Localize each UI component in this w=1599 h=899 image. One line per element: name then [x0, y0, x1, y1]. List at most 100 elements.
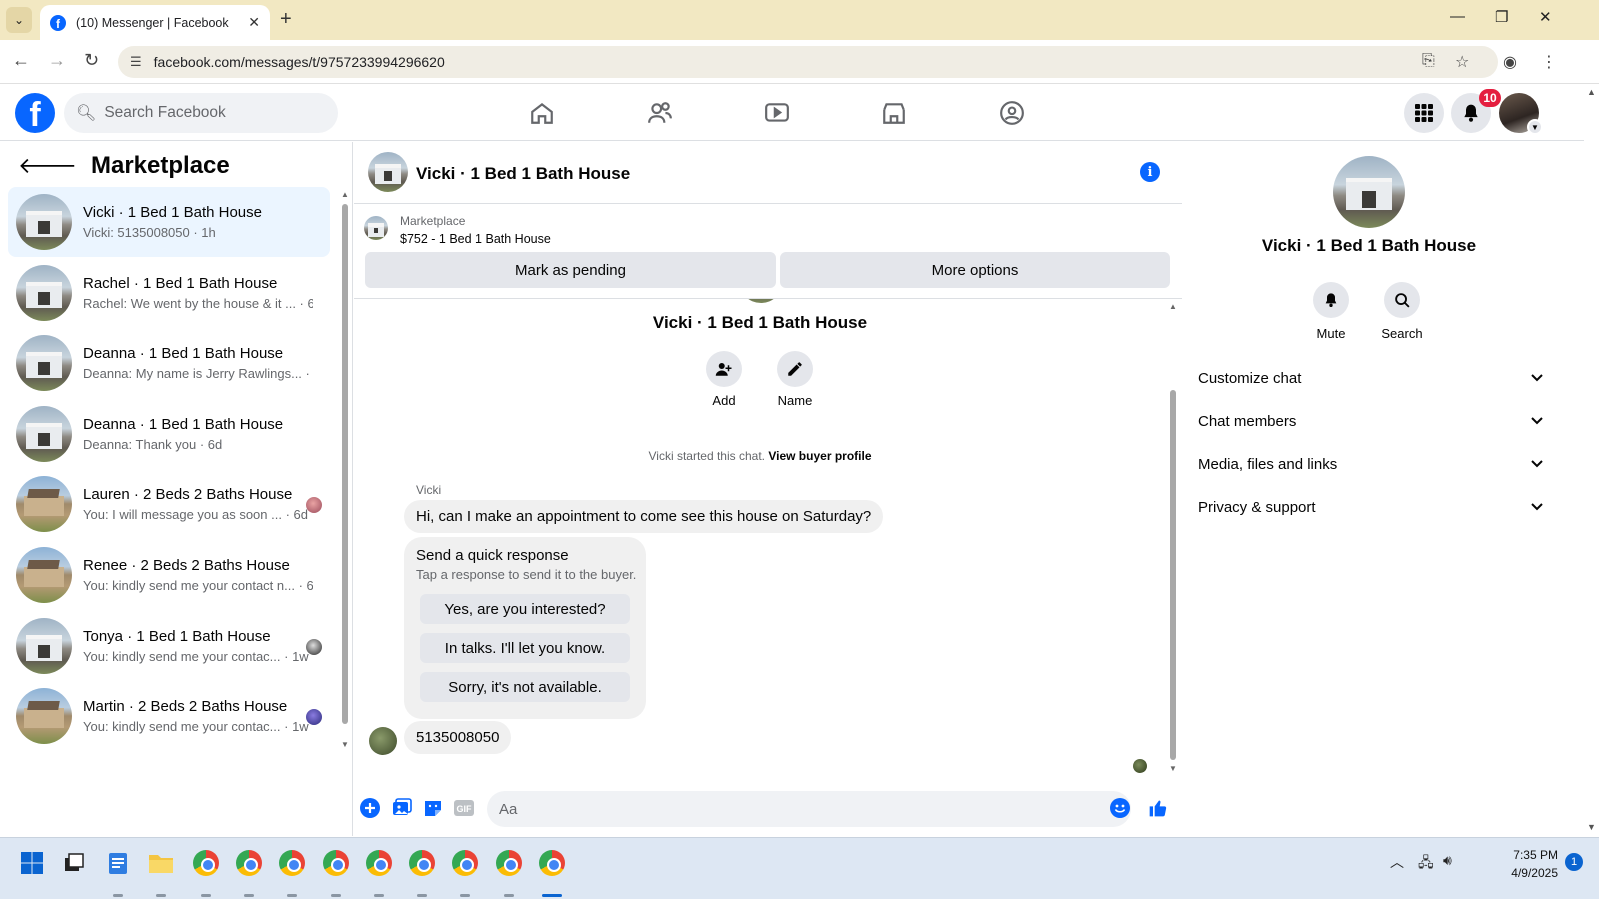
site-info-icon[interactable]: ☰	[130, 54, 142, 70]
sidebar-scrollbar[interactable]: ▲ ▼	[341, 190, 349, 749]
volume-icon[interactable]: 🔊︎	[1443, 852, 1452, 869]
marketplace-icon[interactable]	[879, 98, 909, 128]
install-app-icon[interactable]: ⎘	[1422, 52, 1435, 70]
scroll-down-icon[interactable]: ▼	[341, 740, 349, 749]
profile-icon[interactable]: ◉	[1503, 52, 1517, 72]
task-view-icon[interactable]	[59, 848, 89, 878]
listing-title[interactable]: $752 - 1 Bed 1 Bath House	[400, 232, 551, 246]
listing-thumbnail[interactable]	[364, 216, 388, 240]
conversation-item[interactable]: Renee · 2 Beds 2 Baths House You: kindly…	[8, 540, 330, 610]
chat-thumbnail[interactable]	[368, 152, 408, 192]
conversation-item[interactable]: Deanna · 1 Bed 1 Bath House Deanna: Than…	[8, 399, 330, 469]
chrome-icon[interactable]	[191, 848, 221, 878]
chrome-icon[interactable]	[234, 848, 264, 878]
minimize-icon[interactable]: —	[1450, 8, 1465, 25]
conversation-item[interactable]: Vicki · 1 Bed 1 Bath House Vicki: 513500…	[8, 187, 330, 257]
conversation-preview: Vicki: 5135008050 · 1h	[83, 225, 216, 240]
url-text[interactable]: facebook.com/messages/t/9757233994296620	[154, 54, 445, 70]
bookmark-star-icon[interactable]: ☆	[1455, 52, 1469, 72]
chrome-icon[interactable]	[407, 848, 437, 878]
system-clock[interactable]: 7:35 PM 4/9/2025	[1500, 846, 1558, 882]
listing-thumbnail	[16, 194, 72, 250]
notepad-icon[interactable]	[103, 848, 133, 878]
thumbs-up-icon[interactable]	[1148, 798, 1168, 818]
browser-tab[interactable]: f (10) Messenger | Facebook ✕	[40, 5, 270, 40]
quick-response-option[interactable]: Sorry, it's not available.	[420, 672, 630, 702]
clock-date: 4/9/2025	[1511, 866, 1558, 880]
scroll-up-icon[interactable]: ▲	[1169, 302, 1177, 311]
more-options-button[interactable]: More options	[780, 252, 1170, 288]
chat-scrollbar[interactable]: ▲ ▼	[1168, 302, 1178, 774]
add-action[interactable]: Add	[694, 351, 754, 408]
facebook-search[interactable]: 🔍︎	[64, 93, 338, 133]
section-label: Chat members	[1198, 412, 1297, 430]
scroll-down-icon[interactable]: ▼	[1587, 822, 1596, 832]
mark-as-pending-button[interactable]: Mark as pending	[365, 252, 776, 288]
tab-close-icon[interactable]: ✕	[248, 14, 260, 31]
notification-center-badge[interactable]: 1	[1565, 853, 1583, 871]
notification-badge: 10	[1479, 89, 1501, 107]
contact-avatar-large[interactable]	[1333, 156, 1405, 228]
reload-icon[interactable]: ↻	[84, 50, 99, 71]
privacy-support-section[interactable]: Privacy & support	[1198, 489, 1543, 525]
emoji-icon[interactable]	[1110, 798, 1130, 818]
back-arrow-icon[interactable]: 🡐	[18, 153, 77, 179]
video-icon[interactable]	[762, 98, 792, 128]
chrome-icon[interactable]	[537, 848, 567, 878]
listing-thumbnail	[16, 265, 72, 321]
network-icon[interactable]: 🖧	[1418, 852, 1434, 876]
forward-icon[interactable]: →	[48, 50, 66, 71]
scroll-up-icon[interactable]: ▲	[341, 190, 349, 199]
gif-icon[interactable]: GIF	[454, 798, 474, 818]
scroll-up-icon[interactable]: ▲	[1587, 87, 1596, 97]
windows-start-icon[interactable]	[17, 848, 47, 878]
file-explorer-icon[interactable]	[146, 848, 176, 878]
quick-response-option[interactable]: In talks. I'll let you know.	[420, 633, 630, 663]
home-icon[interactable]	[527, 98, 557, 128]
name-action[interactable]: Name	[765, 351, 825, 408]
scrollbar-thumb[interactable]	[1170, 390, 1176, 760]
search-action[interactable]: Search	[1372, 282, 1432, 341]
window-close-icon[interactable]: ✕	[1539, 8, 1552, 26]
conversation-item[interactable]: Martin · 2 Beds 2 Baths House You: kindl…	[8, 681, 330, 751]
photo-icon[interactable]	[392, 798, 412, 818]
message-input-wrapper[interactable]	[487, 791, 1131, 827]
search-input[interactable]	[104, 104, 325, 122]
customize-chat-section[interactable]: Customize chat	[1198, 360, 1543, 396]
view-buyer-profile-link[interactable]: View buyer profile	[768, 449, 871, 463]
menu-grid-icon[interactable]	[1404, 93, 1444, 133]
info-icon[interactable]: i	[1140, 162, 1160, 182]
media-files-links-section[interactable]: Media, files and links	[1198, 446, 1543, 482]
message-input[interactable]	[499, 800, 1079, 818]
chrome-icon[interactable]	[450, 848, 480, 878]
chrome-icon[interactable]	[494, 848, 524, 878]
back-icon[interactable]: ←	[12, 50, 30, 71]
chrome-icon[interactable]	[277, 848, 307, 878]
facebook-logo-icon[interactable]: f	[15, 93, 55, 133]
quick-response-option[interactable]: Yes, are you interested?	[420, 594, 630, 624]
conversation-item[interactable]: Tonya · 1 Bed 1 Bath House You: kindly s…	[8, 611, 330, 681]
conversation-preview: Deanna: My name is Jerry Rawlings... · 6…	[83, 366, 313, 381]
restore-icon[interactable]: ❐	[1495, 8, 1508, 26]
mute-action[interactable]: Mute	[1301, 282, 1361, 341]
chrome-icon[interactable]	[364, 848, 394, 878]
conversation-item[interactable]: Lauren · 2 Beds 2 Baths House You: I wil…	[8, 469, 330, 539]
groups-icon[interactable]	[997, 98, 1027, 128]
account-avatar[interactable]: ▼	[1499, 93, 1543, 135]
browser-menu-icon[interactable]: ⋮	[1541, 52, 1557, 72]
conversation-item[interactable]: Rachel · 1 Bed 1 Bath House Rachel: We w…	[8, 258, 330, 328]
scroll-down-icon[interactable]: ▼	[1169, 764, 1177, 773]
new-tab-button[interactable]: +	[280, 8, 292, 31]
chat-members-section[interactable]: Chat members	[1198, 403, 1543, 439]
omnibox[interactable]: ☰ facebook.com/messages/t/97572339942966…	[118, 46, 1498, 78]
chrome-icon[interactable]	[321, 848, 351, 878]
sticker-icon[interactable]	[423, 798, 443, 818]
scrollbar-thumb[interactable]	[342, 204, 348, 724]
plus-icon[interactable]	[360, 798, 380, 818]
page-scrollbar[interactable]: ▲ ▼	[1584, 84, 1599, 836]
friends-icon[interactable]	[645, 98, 675, 128]
conversation-item[interactable]: Deanna · 1 Bed 1 Bath House Deanna: My n…	[8, 328, 330, 398]
tray-chevron-up-icon[interactable]: ︿	[1390, 852, 1404, 872]
chat-title[interactable]: Vicki · 1 Bed 1 Bath House	[416, 164, 630, 184]
tab-search-button[interactable]: ⌄	[6, 7, 32, 33]
